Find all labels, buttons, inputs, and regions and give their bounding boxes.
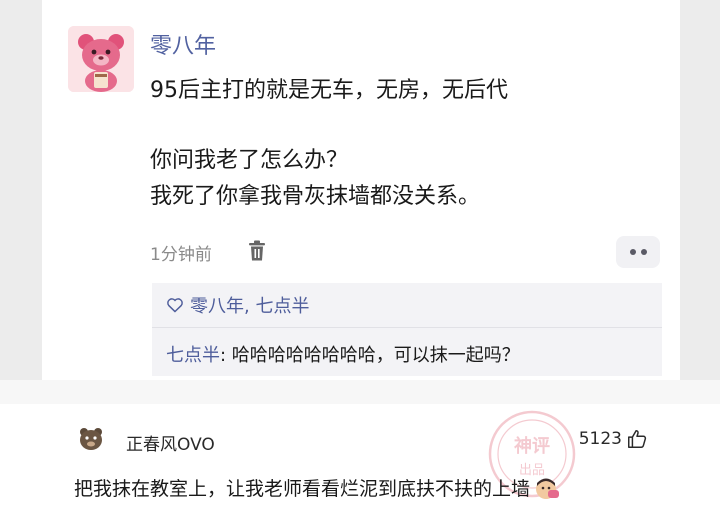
- reply-row[interactable]: 七点半: 哈哈哈哈哈哈哈哈，可以抹一起吗？: [166, 341, 520, 367]
- post-text-line-2: 你问我老了怎么办？: [150, 148, 349, 173]
- reply-text: 哈哈哈哈哈哈哈哈，可以抹一起吗？: [231, 345, 520, 366]
- more-dot-icon: [640, 249, 647, 255]
- comment-username[interactable]: 正春风OVO: [126, 430, 215, 455]
- section-gap: [0, 380, 720, 404]
- avatar[interactable]: [68, 26, 134, 92]
- likes-reply-panel: 零八年, 七点半 七点半: 哈哈哈哈哈哈哈哈，可以抹一起吗？: [152, 283, 662, 376]
- reply-separator: :: [220, 345, 232, 366]
- user-avatar-icon[interactable]: [76, 424, 106, 454]
- facepalm-emoji-icon: [536, 478, 560, 499]
- reply-author[interactable]: 七点半: [166, 345, 220, 366]
- likes-row[interactable]: 零八年, 七点半: [166, 292, 309, 318]
- post-author[interactable]: 零八年: [150, 28, 216, 60]
- comment-text: 把我抹在教室上，让我老师看看烂泥到底扶不扶的上墙: [74, 474, 560, 501]
- background-panel-right: [680, 0, 720, 380]
- trash-icon[interactable]: [248, 240, 266, 262]
- comment-card: 正春风OVO 神评 出品 5123 把我抹在教室上，让我老师看看烂泥到底扶不扶的…: [64, 404, 658, 514]
- post-timestamp: 1分钟前: [150, 245, 212, 265]
- comment-like-button[interactable]: 5123: [579, 428, 648, 450]
- thumbs-up-icon: [628, 430, 647, 448]
- likes-names: 零八年, 七点半: [190, 296, 310, 317]
- svg-text:神评: 神评: [514, 435, 550, 457]
- like-count: 5123: [578, 429, 622, 449]
- strawberry-bear-avatar-icon: [68, 26, 134, 92]
- comment-body: 把我抹在教室上，让我老师看看烂泥到底扶不扶的上墙: [74, 478, 531, 500]
- heart-outline-icon: [167, 298, 183, 313]
- more-dot-icon: [629, 249, 636, 255]
- post-text-line-3: 我死了你拿我骨灰抹墙都没关系。: [150, 184, 481, 209]
- post-card: 零八年 95后主打的就是无车，无房，无后代 你问我老了怎么办？ 我死了你拿我骨灰…: [42, 0, 680, 380]
- more-options-button[interactable]: [616, 236, 660, 268]
- background-panel-left: [0, 0, 42, 380]
- post-text-line-1: 95后主打的就是无车，无房，无后代: [150, 78, 508, 103]
- divider: [152, 327, 662, 328]
